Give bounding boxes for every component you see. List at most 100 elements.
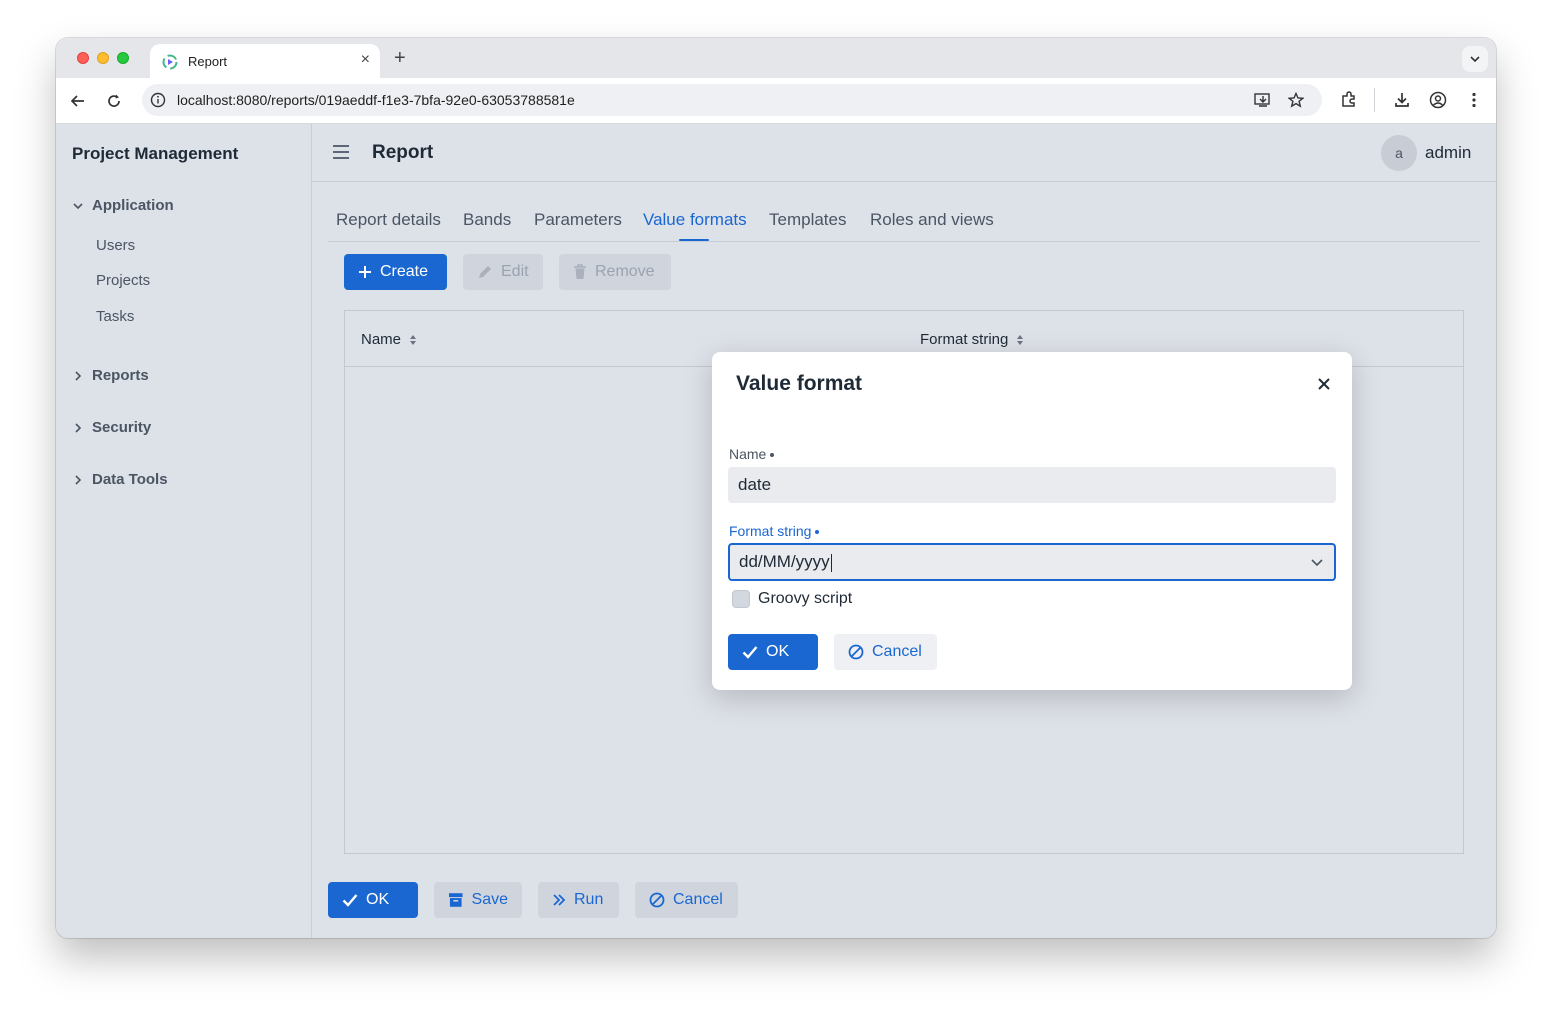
required-indicator [770,453,775,458]
trash-icon [574,264,586,279]
tab-title: Report [188,54,228,69]
pencil-icon [479,266,491,278]
column-header-label: Format string [920,331,1009,348]
page-header: Report a admin [312,124,1496,182]
tab-strip: Report × + [56,38,1496,78]
dialog-cancel-label: Cancel [872,643,922,660]
footer-cancel-label: Cancel [673,891,723,908]
browser-window: Report × + localhost:8080/reports/019aed… [56,38,1496,938]
browser-menu-icon[interactable] [1465,91,1483,114]
sidebar: Project Management Application Users Pro… [56,124,312,938]
footer-ok-label: OK [366,891,390,908]
nav-item-tasks[interactable]: Tasks [96,308,134,325]
edit-button[interactable]: Edit [463,254,543,290]
format-string-combobox[interactable]: dd/MM/yyyy [728,543,1336,581]
footer-run-button[interactable]: Run [538,882,619,918]
chevron-right-icon [72,370,86,382]
tab-templates[interactable]: Templates [769,210,846,230]
toolbar-divider [1374,88,1375,112]
dialog-title: Value format [736,372,863,395]
sort-icon [1017,334,1024,345]
nav-group-reports[interactable]: Reports [72,367,149,384]
downloads-icon[interactable] [1393,91,1411,114]
back-icon[interactable] [68,91,88,111]
nav-group-label: Reports [92,367,149,384]
footer-cancel-button[interactable]: Cancel [635,882,738,918]
name-input[interactable]: date [728,467,1336,503]
sort-icon [410,334,417,345]
tab-report-details[interactable]: Report details [336,210,441,230]
create-button[interactable]: Create [344,254,447,290]
required-indicator [815,530,820,535]
avatar[interactable]: a [1381,135,1417,171]
dialog-cancel-button[interactable]: Cancel [834,634,937,670]
chevron-down-icon [1470,56,1480,63]
value-format-dialog: Value format Name date Format string dd/… [712,352,1352,690]
groovy-script-checkbox[interactable] [732,590,750,608]
footer-save-button[interactable]: Save [434,882,522,918]
page-title: Report [372,142,434,163]
minimize-window-button[interactable] [97,52,109,64]
tab-value-formats[interactable]: Value formats [643,210,747,230]
checkmark-icon [342,894,358,907]
checkmark-icon [742,646,758,659]
tab-parameters[interactable]: Parameters [534,210,622,230]
active-tab-indicator [679,239,709,241]
nav-group-data-tools[interactable]: Data Tools [72,471,168,488]
groovy-script-label[interactable]: Groovy script [758,590,852,608]
archive-icon [448,893,463,907]
browser-tab[interactable]: Report × [150,44,380,78]
username[interactable]: admin [1425,143,1471,163]
footer-run-label: Run [574,891,604,908]
footer-ok-button[interactable]: OK [328,882,418,918]
app-favicon-icon [162,54,178,70]
tab-bands[interactable]: Bands [463,210,511,230]
chevron-down-icon [72,200,86,212]
url-text[interactable]: localhost:8080/reports/019aeddf-f1e3-7bf… [177,92,575,108]
dialog-ok-label: OK [766,643,790,660]
name-label-text: Name [729,446,767,462]
format-string-value: dd/MM/yyyy [739,552,830,571]
report-tabs: Report details Bands Parameters Value fo… [328,194,1480,242]
dialog-ok-button[interactable]: OK [728,634,818,670]
nav-group-label: Security [92,419,152,436]
nav-group-label: Application [92,197,174,214]
plus-icon [359,266,371,278]
chevron-down-icon[interactable] [1310,555,1324,569]
edit-label: Edit [501,263,529,280]
column-header-label: Name [361,331,402,348]
nav-group-security[interactable]: Security [72,419,151,436]
column-header-format-string[interactable]: Format string [920,331,1024,348]
name-field-label: Name [729,446,775,462]
nav-group-label: Data Tools [92,471,168,488]
main-content: Report a admin Report details Bands Para… [312,124,1496,938]
nav-item-projects[interactable]: Projects [96,272,150,289]
site-info-icon[interactable] [150,92,166,108]
new-tab-icon[interactable]: + [394,46,406,70]
extensions-icon[interactable] [1340,91,1358,114]
menu-toggle-icon[interactable] [332,144,350,165]
column-header-name[interactable]: Name [361,331,417,348]
address-bar[interactable]: localhost:8080/reports/019aeddf-f1e3-7bf… [142,84,1322,116]
tab-close-icon[interactable]: × [361,51,370,69]
maximize-window-button[interactable] [117,52,129,64]
profile-icon[interactable] [1429,91,1447,114]
close-icon[interactable] [1315,375,1333,393]
ban-icon [848,644,864,660]
reload-icon[interactable] [104,91,124,111]
close-window-button[interactable] [77,52,89,64]
bookmark-star-icon[interactable] [1288,92,1304,108]
browser-toolbar: localhost:8080/reports/019aeddf-f1e3-7bf… [56,78,1496,124]
remove-label: Remove [595,263,655,280]
tab-roles-and-views[interactable]: Roles and views [870,210,994,230]
app-layout: Project Management Application Users Pro… [56,124,1496,938]
text-caret [830,553,832,572]
name-input-value: date [738,475,772,494]
tab-search-button[interactable] [1462,46,1488,72]
nav-item-users[interactable]: Users [96,237,135,254]
nav-group-application[interactable]: Application [72,197,174,214]
app-brand: Project Management [72,144,239,163]
install-app-icon[interactable] [1254,92,1272,108]
remove-button[interactable]: Remove [559,254,671,290]
format-label-text: Format string [729,523,812,539]
